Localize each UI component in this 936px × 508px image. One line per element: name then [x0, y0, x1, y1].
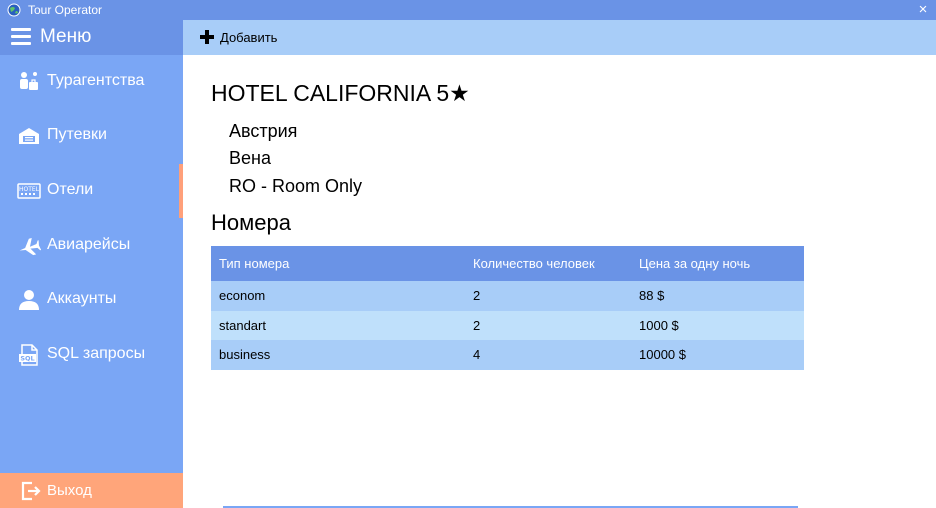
exit-icon	[21, 481, 41, 501]
sidebar-item-accounts[interactable]: Аккаунты	[0, 273, 183, 327]
toolbar: Добавить	[183, 20, 936, 55]
sidebar-item-label: Авиарейсы	[47, 236, 131, 253]
price-cell: 10000 $	[635, 340, 804, 370]
svg-text:HOTEL: HOTEL	[19, 186, 40, 193]
close-button[interactable]: ×	[916, 1, 930, 19]
user-icon	[19, 290, 39, 310]
sidebar-item-travel-agencies[interactable]: Турагентства	[0, 55, 183, 109]
logout-label: Выход	[47, 482, 92, 499]
guests-cell: 2	[467, 281, 635, 311]
hotel-country: Австрия	[229, 121, 298, 141]
price-cell: 1000 $	[635, 310, 804, 340]
rooms-table: Тип номера Количество человек Цена за од…	[211, 246, 804, 370]
hotel-board-type: RO - Room Only	[229, 176, 363, 196]
airplane-icon	[19, 237, 41, 256]
menu-label: Меню	[40, 26, 92, 47]
plus-icon	[200, 30, 214, 44]
add-button-label: Добавить	[220, 30, 278, 45]
table-row[interactable]: standart 2 1000 $	[211, 310, 804, 340]
hamburger-icon	[11, 28, 31, 46]
hotel-icon: HOTEL	[17, 183, 41, 199]
sidebar-item-label: Турагентства	[47, 72, 145, 89]
sidebar: Меню Турагентства Путевки HOTEL Отели Ав…	[0, 20, 183, 508]
table-header-row: Тип номера Количество человек Цена за од…	[211, 246, 804, 281]
guests-cell: 4	[467, 340, 635, 370]
svg-text:SQL: SQL	[20, 355, 34, 363]
logout-button[interactable]: Выход	[0, 473, 183, 508]
hotel-city: Вена	[229, 148, 271, 168]
sidebar-item-tours[interactable]: Путевки	[0, 109, 183, 163]
column-header-guests[interactable]: Количество человек	[467, 246, 635, 281]
sidebar-item-label: SQL запросы	[47, 345, 146, 362]
sidebar-item-flights[interactable]: Авиарейсы	[0, 219, 183, 273]
column-header-room-type[interactable]: Тип номера	[211, 246, 467, 281]
rooms-heading: Номера	[211, 210, 291, 235]
tickets-icon	[19, 128, 39, 144]
table-row[interactable]: business 4 10000 $	[211, 340, 804, 370]
room-type-cell: econom	[211, 281, 467, 311]
active-indicator	[179, 164, 183, 218]
globe-icon	[7, 3, 21, 17]
column-header-price[interactable]: Цена за одну ночь	[635, 246, 804, 281]
sidebar-item-hotels[interactable]: HOTEL Отели	[0, 164, 183, 218]
room-type-cell: business	[211, 340, 467, 370]
title-bar: Tour Operator ×	[0, 0, 936, 20]
sql-file-icon: SQL	[19, 344, 38, 366]
price-cell: 88 $	[635, 281, 804, 311]
sidebar-item-label: Отели	[47, 181, 94, 198]
menu-toggle[interactable]: Меню	[0, 20, 183, 55]
sidebar-item-label: Аккаунты	[47, 290, 117, 307]
table-row[interactable]: econom 2 88 $	[211, 281, 804, 311]
hotel-name: HOTEL CALIFORNIA 5★	[211, 80, 470, 106]
sidebar-item-sql-queries[interactable]: SQL SQL запросы	[0, 328, 183, 382]
room-type-cell: standart	[211, 310, 467, 340]
agency-icon	[20, 72, 38, 90]
window-title: Tour Operator	[28, 3, 103, 17]
guests-cell: 2	[467, 310, 635, 340]
sidebar-item-label: Путевки	[47, 126, 107, 143]
